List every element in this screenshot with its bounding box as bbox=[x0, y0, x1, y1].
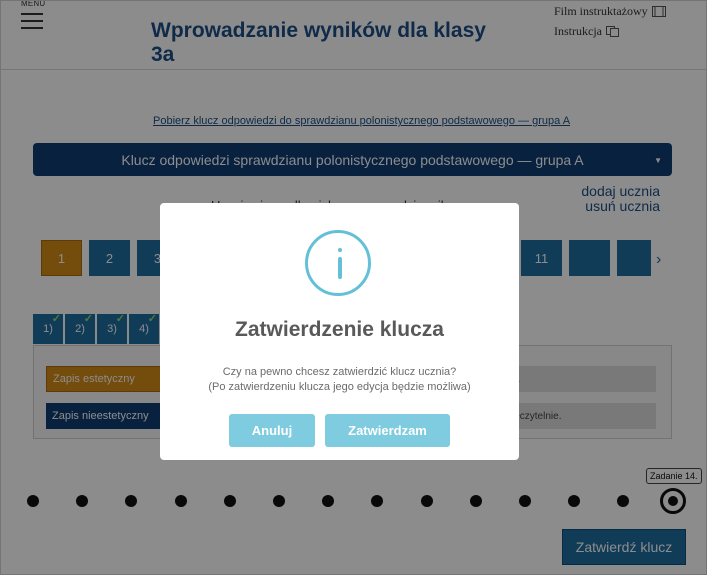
confirm-button[interactable]: Zatwierdzam bbox=[325, 414, 450, 447]
dialog-message: Czy na pewno chcesz zatwierdzić klucz uc… bbox=[160, 365, 519, 395]
dialog-title: Zatwierdzenie klucza bbox=[235, 318, 444, 341]
dialog-message-line: (Po zatwierdzeniu klucza jego edycja będ… bbox=[208, 381, 471, 393]
info-icon bbox=[305, 230, 371, 296]
confirm-dialog: Zatwierdzenie klucza Czy na pewno chcesz… bbox=[160, 203, 519, 460]
dialog-message-line: Czy na pewno chcesz zatwierdzić klucz uc… bbox=[222, 366, 457, 378]
cancel-button[interactable]: Anuluj bbox=[229, 414, 315, 447]
